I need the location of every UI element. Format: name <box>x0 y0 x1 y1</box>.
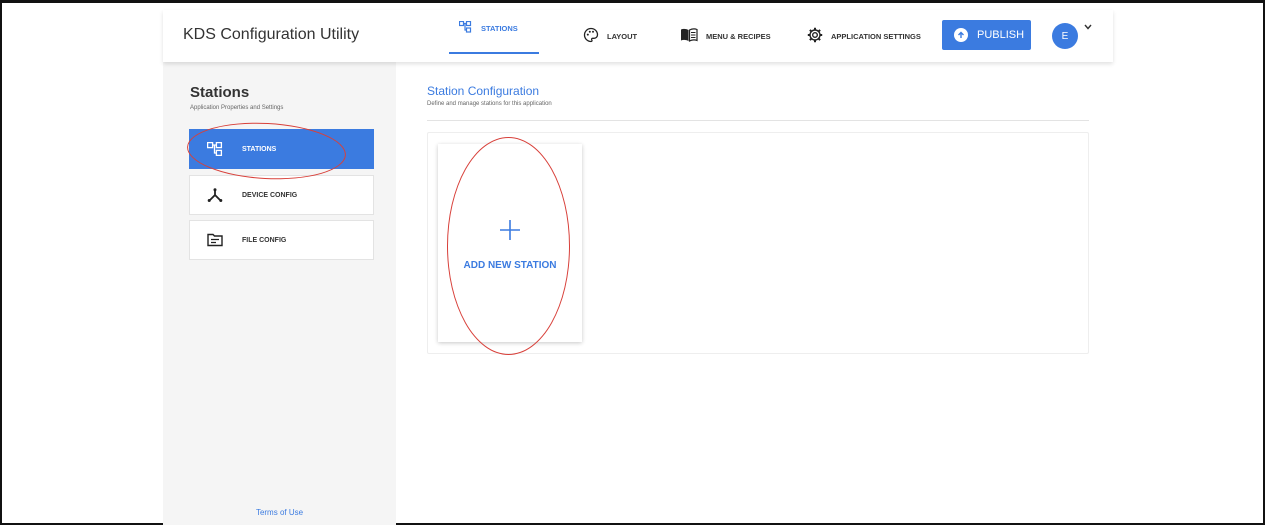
sidebar-item-stations[interactable]: STATIONS <box>189 129 374 169</box>
sidebar-title: Stations <box>190 84 250 101</box>
nav-tab-layout-label: LAYOUT <box>607 31 638 41</box>
sidebar-item-device-config[interactable]: DEVICE CONFIG <box>189 175 374 215</box>
nav-tab-layout[interactable]: LAYOUT <box>583 10 653 62</box>
divider <box>427 120 1089 121</box>
add-new-station-card[interactable]: ADD NEW STATION <box>438 144 582 342</box>
nav-tab-menu-recipes[interactable]: MENU & RECIPES <box>680 10 790 62</box>
publish-button-label: PUBLISH <box>977 29 1025 41</box>
page-title: Station Configuration <box>427 84 540 98</box>
book-icon <box>680 28 698 44</box>
sidebar-item-label: STATIONS <box>242 145 277 153</box>
file-config-icon <box>206 233 224 247</box>
top-header: KDS Configuration Utility STATIONS LAYOU… <box>163 10 1113 62</box>
nav-tab-application-settings[interactable]: APPLICATION SETTINGS <box>807 10 937 62</box>
app-window: KDS Configuration Utility STATIONS LAYOU… <box>163 10 1113 525</box>
nav-tab-stations[interactable]: STATIONS <box>449 2 539 54</box>
sidebar-item-label: FILE CONFIG <box>242 236 287 244</box>
gear-icon <box>807 27 823 45</box>
stations-icon <box>206 142 224 156</box>
sidebar-item-file-config[interactable]: FILE CONFIG <box>189 220 374 260</box>
upload-icon <box>954 28 968 42</box>
terms-of-use-link[interactable]: Terms of Use <box>163 508 396 517</box>
chevron-down-icon[interactable] <box>1084 22 1092 32</box>
palette-icon <box>583 27 599 45</box>
stations-icon <box>458 20 473 35</box>
sidebar: Stations Application Properties and Sett… <box>163 62 396 525</box>
nav-tab-stations-label: STATIONS <box>481 23 518 33</box>
page-subtitle: Define and manage stations for this appl… <box>427 101 552 107</box>
nav-tab-menu-recipes-label: MENU & RECIPES <box>706 31 771 41</box>
app-title: KDS Configuration Utility <box>183 26 360 43</box>
device-config-icon <box>206 188 224 202</box>
publish-button[interactable]: PUBLISH <box>942 20 1031 50</box>
nav-tab-application-settings-label: APPLICATION SETTINGS <box>831 31 921 41</box>
add-new-station-label: ADD NEW STATION <box>463 260 557 271</box>
plus-icon <box>438 214 582 246</box>
sidebar-subtitle: Application Properties and Settings <box>190 105 284 111</box>
user-avatar[interactable]: E <box>1052 23 1078 49</box>
sidebar-item-label: DEVICE CONFIG <box>242 191 298 199</box>
